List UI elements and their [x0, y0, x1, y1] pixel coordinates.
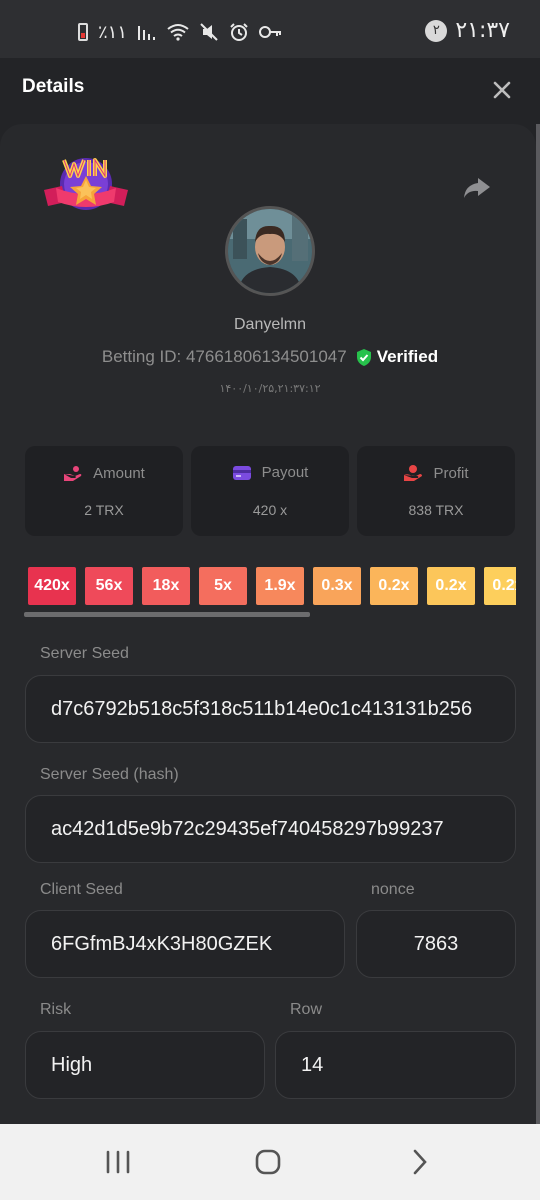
- amount-value: 2 TRX: [84, 502, 124, 518]
- home-button[interactable]: [248, 1146, 288, 1178]
- client-seed-label: Client Seed: [40, 881, 123, 898]
- row-label: Row: [290, 1001, 323, 1018]
- server-seed-hash-field[interactable]: ac42d1d5e9b72c29435ef740458297b99237: [25, 795, 516, 863]
- clock-text: ۲۱:۳۷: [455, 18, 510, 43]
- multiplier-chip: 0.2x: [370, 567, 418, 605]
- page-title: Details: [22, 76, 85, 97]
- battery-icon: [78, 23, 88, 41]
- system-nav-bar: [0, 1124, 540, 1200]
- risk-label: Risk: [40, 1001, 72, 1018]
- card-icon: [232, 465, 251, 480]
- multiplier-chip: 5x: [199, 567, 247, 605]
- bet-timestamp: ۱۴۰۰/۱۰/۲۵,۲۱:۳۷:۱۲: [219, 382, 321, 395]
- verified-badge: Verified: [355, 347, 438, 367]
- server-seed-label: Server Seed: [40, 645, 129, 662]
- verified-label: Verified: [376, 347, 439, 366]
- amount-card: Amount 2 TRX: [25, 446, 183, 536]
- payout-value: 420 x: [252, 502, 288, 518]
- avatar: [225, 206, 315, 296]
- amount-label: Amount: [93, 464, 145, 482]
- multiplier-chip: 18x: [142, 567, 190, 605]
- status-icons: ٪۱۱: [78, 20, 283, 44]
- multiplier-scrollbar[interactable]: [24, 612, 310, 617]
- amount-header: Amount: [25, 464, 183, 482]
- multiplier-chip: 0.2x: [484, 567, 516, 605]
- payout-card: Payout 420 x: [191, 446, 349, 536]
- recent-apps-icon: [106, 1150, 130, 1174]
- status-bar: ٪۱۱ ۲ ۲۱:۳۷: [0, 0, 540, 58]
- multiplier-chip: 56x: [85, 567, 133, 605]
- status-clock: ۲ ۲۱:۳۷: [425, 18, 510, 43]
- key-icon: [259, 26, 282, 38]
- multiplier-chip: 0.2x: [427, 567, 475, 605]
- multiplier-chip: 0.3x: [313, 567, 361, 605]
- close-icon: [493, 81, 511, 99]
- payout-label: Payout: [261, 464, 309, 481]
- back-button[interactable]: [400, 1146, 440, 1178]
- profit-value: 838 TRX: [408, 502, 464, 518]
- multiplier-chip: 1.9x: [256, 567, 304, 605]
- multiplier-strip[interactable]: 420x56x18x5x1.9x0.3x0.2x0.2x0.2x: [28, 567, 516, 605]
- wifi-icon: [167, 24, 189, 41]
- signal-icon: [138, 26, 156, 40]
- profit-label: Profit: [433, 464, 469, 482]
- mute-icon: [200, 23, 218, 41]
- server-seed-field[interactable]: d7c6792b518c5f318c511b14e0c1c413131b256: [25, 675, 516, 743]
- nonce-field[interactable]: 7863: [356, 910, 516, 978]
- payout-header: Payout: [191, 464, 349, 481]
- home-icon: [255, 1149, 281, 1175]
- row-field[interactable]: 14: [275, 1031, 516, 1099]
- betting-id-row: Betting ID: 47661806134501047 Verified: [0, 347, 540, 367]
- page-scrollbar[interactable]: [536, 124, 540, 1124]
- details-header: Details: [0, 58, 540, 124]
- recent-apps-button[interactable]: [98, 1146, 138, 1178]
- chevron-right-icon: [413, 1149, 427, 1175]
- server-seed-hash-label: Server Seed (hash): [40, 766, 179, 783]
- alarm-icon: [230, 23, 248, 41]
- close-button[interactable]: [486, 74, 518, 106]
- notification-badge: ۲: [425, 19, 448, 42]
- client-seed-field[interactable]: 6FGfmBJ4xK3H80GZEK: [25, 910, 345, 978]
- share-button[interactable]: [462, 176, 492, 200]
- nonce-label: nonce: [371, 881, 415, 898]
- risk-field[interactable]: High: [25, 1031, 265, 1099]
- betting-id: Betting ID: 47661806134501047: [101, 347, 347, 366]
- profit-header: Profit: [357, 464, 515, 482]
- username: Danyelmn: [233, 316, 307, 333]
- battery-percentage: ٪۱۱: [98, 21, 128, 43]
- multiplier-chip: 420x: [28, 567, 76, 605]
- share-icon: [464, 178, 490, 198]
- profit-card: Profit 838 TRX: [357, 446, 515, 536]
- win-badge-icon: [42, 154, 130, 224]
- profit-hand-icon: [404, 465, 423, 481]
- verified-shield-icon: [356, 348, 371, 366]
- hand-coin-icon: [64, 466, 82, 481]
